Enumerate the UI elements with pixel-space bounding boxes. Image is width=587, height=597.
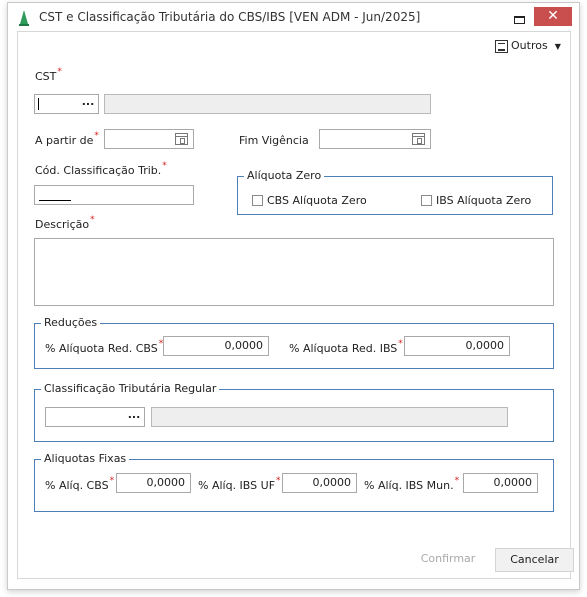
aliquota-zero-title: Alíquota Zero [244, 169, 325, 182]
descricao-label: Descrição* [35, 215, 95, 231]
aliq-cbs-input[interactable]: 0,0000 [116, 473, 191, 493]
required-marker: * [162, 161, 167, 171]
classificacao-regular-description-field [151, 407, 508, 427]
cbs-aliquota-zero-label[interactable]: CBS Alíquota Zero [267, 194, 367, 207]
aliq-ibs-mun-input[interactable]: 0,0000 [463, 473, 538, 493]
confirmar-label: Confirmar [420, 552, 476, 565]
descricao-textarea[interactable] [34, 238, 554, 306]
chevron-down-icon: ▼ [554, 41, 561, 51]
required-marker: * [57, 67, 62, 77]
a-partir-de-label: A partir de* [35, 131, 99, 147]
aliq-cbs-label: % Alíq. CBS* [45, 476, 115, 492]
confirmar-button[interactable]: Confirmar [410, 548, 486, 572]
cst-description-field [104, 94, 431, 114]
required-marker: * [109, 476, 115, 486]
window-title: CST e Classificação Tributária do CBS/IB… [39, 10, 421, 24]
close-button[interactable]: ✕ [534, 7, 572, 26]
cancelar-button[interactable]: Cancelar [495, 548, 574, 572]
aliquotas-fixas-title: Aliquotas Fixas [41, 452, 130, 465]
ibs-aliquota-zero-checkbox[interactable] [421, 195, 432, 206]
cancelar-label: Cancelar [510, 553, 559, 566]
calendar-icon[interactable] [175, 133, 188, 145]
text-cursor [38, 98, 39, 110]
app-icon [19, 10, 29, 26]
reducoes-title: Reduções [41, 316, 101, 329]
required-marker: * [94, 131, 99, 141]
required-marker: * [398, 339, 403, 349]
title-bar[interactable]: CST e Classificação Tributária do CBS/IB… [8, 3, 579, 31]
fim-vigencia-label: Fim Vigência [239, 134, 309, 147]
fim-vigencia-date-input[interactable] [319, 129, 431, 149]
cst-label: CST* [35, 67, 62, 83]
cst-lookup-button[interactable]: ... [79, 96, 97, 112]
ibs-aliquota-zero-label[interactable]: IBS Alíquota Zero [436, 194, 531, 207]
aliq-ibs-mun-label: % Alíq. IBS Mun.* [364, 476, 460, 492]
classificacao-regular-lookup-button[interactable]: ... [125, 409, 143, 425]
aliq-ibs-uf-input[interactable]: 0,0000 [282, 473, 357, 493]
outros-label: Outros [511, 39, 548, 52]
calendar-icon[interactable] [412, 133, 425, 145]
minimize-button[interactable] [505, 8, 531, 26]
dialog-window: CST e Classificação Tributária do CBS/IB… [7, 2, 580, 590]
required-marker: * [90, 215, 95, 225]
cst-input[interactable]: ... [34, 94, 99, 114]
cod-classificacao-label: Cód. Classificação Trib.* [35, 161, 167, 177]
aliq-ibs-uf-label: % Alíq. IBS UF* [198, 476, 281, 492]
mask-placeholder [39, 200, 71, 201]
aliquota-red-cbs-label: % Alíquota Red. CBS* [45, 339, 164, 355]
aliquota-red-ibs-label: % Alíquota Red. IBS* [289, 339, 403, 355]
classificacao-regular-title: Classificação Tributária Regular [41, 382, 220, 395]
required-marker: * [276, 476, 281, 486]
cod-classificacao-input[interactable] [34, 185, 194, 205]
aliquota-red-ibs-input[interactable]: 0,0000 [404, 336, 510, 356]
a-partir-de-date-input[interactable] [104, 129, 194, 149]
outros-menu-button[interactable]: Outros ▼ [495, 39, 561, 53]
list-icon [495, 39, 508, 53]
required-marker: * [454, 476, 460, 486]
classificacao-regular-input[interactable]: ... [45, 407, 145, 427]
aliquota-red-cbs-input[interactable]: 0,0000 [163, 336, 269, 356]
cbs-aliquota-zero-checkbox[interactable] [252, 195, 263, 206]
